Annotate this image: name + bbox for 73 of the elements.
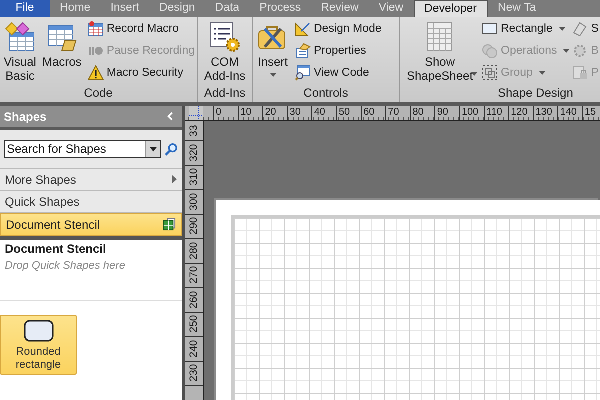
ruler-label: 80 [412, 107, 424, 118]
ruler-label: 60 [364, 107, 375, 118]
drop-hint: Drop Quick Shapes here [4, 260, 126, 272]
ribbon-button[interactable]: Show ShapeSheet [402, 19, 478, 86]
lock-icon [572, 64, 588, 80]
group-label: Shape Design [497, 86, 574, 102]
ruler-label: 40 [314, 107, 326, 118]
ruler-label: 100 [462, 107, 479, 118]
ruler-label: 260 [188, 290, 200, 309]
file-tab[interactable]: File [0, 0, 50, 17]
gear-icon [572, 42, 588, 58]
ruler-label: 33 [188, 124, 200, 136]
ribbon-button[interactable]: Macros [40, 19, 84, 86]
search-icon[interactable] [165, 142, 178, 156]
ruler-label: 130 [536, 107, 552, 118]
ribbon-button[interactable]: Rectangle [482, 19, 570, 38]
ruler-label: 140 [560, 107, 577, 118]
ruler-label: 230 [188, 364, 200, 382]
ruler-label: 120 [511, 107, 528, 118]
group-label: Add-Ins [203, 86, 247, 102]
ruler-label: 300 [188, 192, 200, 211]
ruler-label: 280 [188, 242, 200, 260]
ruler-label: 30 [290, 107, 301, 118]
ruler-label: 10 [240, 107, 252, 118]
ruler-label: 15 [584, 107, 596, 118]
ribbon-button[interactable]: Visual Basic [2, 19, 38, 86]
ruler-label: 250 [188, 315, 200, 334]
ribbon-button[interactable]: Design Mode [295, 19, 382, 38]
group-label: Controls [302, 86, 350, 102]
overlapping-circles-icon [482, 42, 498, 58]
ribbon-button[interactable]: View Code [295, 63, 382, 82]
ruler-corner-icon[interactable] [189, 106, 203, 120]
ruler-label: 270 [188, 266, 200, 284]
ruler-label: 320 [188, 144, 200, 162]
ruler-label: 110 [486, 107, 502, 118]
rectangle-icon [482, 20, 498, 36]
ruler-label: 20 [265, 107, 276, 118]
ruler-label: 290 [188, 217, 200, 236]
ribbon-button[interactable]: Macro Security [88, 63, 196, 82]
ruler-label: 0 [216, 107, 222, 118]
ruler-label: 70 [388, 107, 400, 118]
pane-nav-item[interactable]: More Shapes [0, 169, 182, 191]
caret-icon [150, 146, 156, 152]
ruler-pencil-icon [295, 20, 311, 36]
group-icon [482, 64, 498, 80]
ribbon-button[interactable]: Record Macro [88, 19, 196, 38]
ruler-label: 240 [188, 340, 200, 358]
stencil-title: Document Stencil [4, 242, 108, 256]
properties-icon [295, 42, 311, 58]
ruler-label: 50 [338, 107, 350, 118]
collapse-icon[interactable] [167, 112, 174, 121]
ribbon-button[interactable]: Insert [255, 19, 291, 86]
stencil-icon [163, 218, 176, 231]
diamonds-table-icon [4, 21, 36, 53]
rounded-rectangle-icon [24, 320, 54, 342]
ruler-label: 310 [188, 168, 200, 186]
pane-nav-item[interactable]: Document Stencil [0, 213, 182, 236]
ribbon-button[interactable]: COM Add-Ins [200, 19, 250, 86]
window-magnifier-icon [295, 64, 311, 80]
list-gear-icon [209, 21, 241, 53]
table-record-icon [88, 20, 104, 36]
search-field[interactable]: Search for Shapes [4, 140, 161, 158]
pane-title: Shapes [4, 110, 47, 124]
group-label: Code [83, 86, 114, 102]
ruler-label: 90 [437, 107, 448, 118]
submenu-arrow-icon [172, 175, 177, 184]
dropdown-button[interactable] [145, 141, 160, 157]
warning-icon [88, 64, 104, 80]
pane-nav-item[interactable]: Quick Shapes [0, 191, 182, 213]
ribbon-tab[interactable]: Developer [414, 0, 488, 17]
ribbon-button[interactable]: S [572, 19, 599, 38]
ribbon-button[interactable]: Properties [295, 41, 382, 60]
shape-master[interactable]: Rounded rectangle [0, 315, 77, 375]
